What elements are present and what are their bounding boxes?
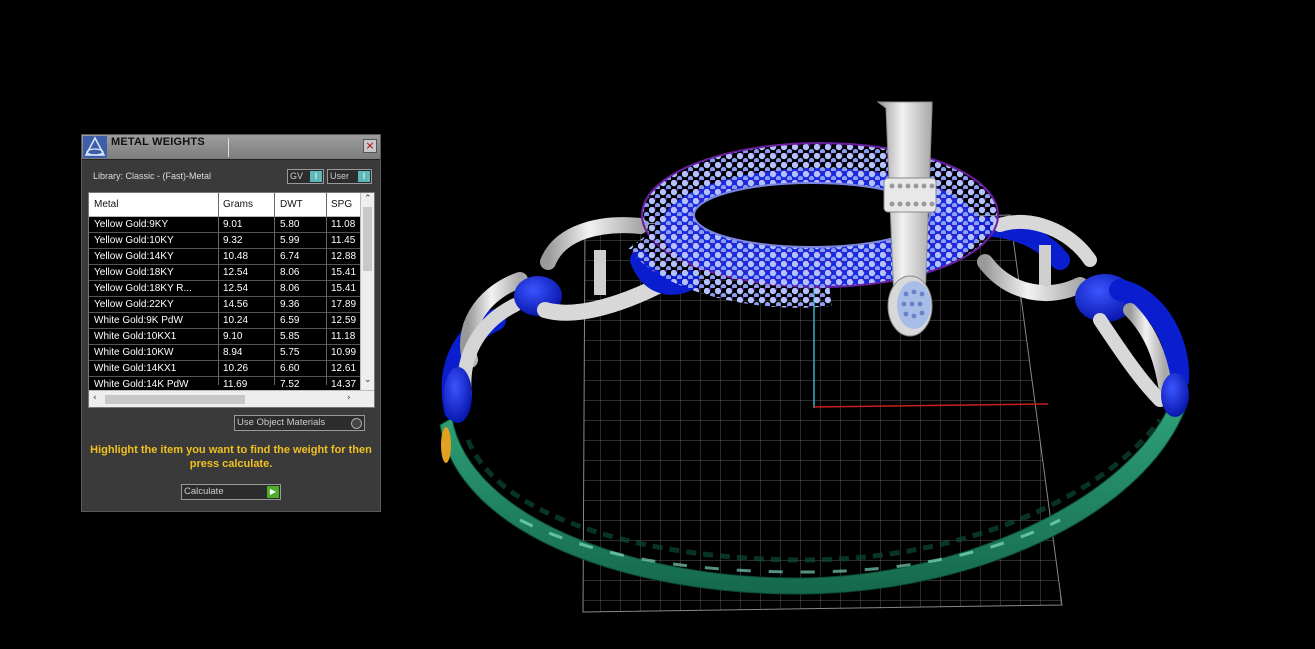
cell-metal: Yellow Gold:22KY bbox=[94, 299, 174, 310]
scroll-left-icon[interactable]: ‹ bbox=[93, 393, 97, 403]
cell-dwt: 5.99 bbox=[280, 235, 300, 246]
cell-spg: 11.18 bbox=[331, 331, 356, 342]
cell-dwt: 7.52 bbox=[280, 379, 300, 390]
cell-dwt: 9.36 bbox=[280, 299, 300, 310]
cell-metal: Yellow Gold:9KY bbox=[94, 219, 169, 230]
app-logo-icon bbox=[83, 136, 107, 158]
play-arrow-icon: ▶ bbox=[267, 486, 279, 498]
column-header-metal[interactable]: Metal bbox=[94, 199, 118, 210]
library-label: Library: Classic - (Fast)-Metal bbox=[93, 171, 212, 181]
gv-toggle-label: GV bbox=[290, 171, 304, 181]
table-row[interactable]: Yellow Gold:14KY 10.48 6.74 12.88 bbox=[89, 249, 360, 265]
cell-spg: 10.99 bbox=[331, 347, 357, 358]
cell-grams: 10.48 bbox=[223, 251, 249, 262]
gv-indicator-icon: I bbox=[310, 171, 322, 182]
cell-spg: 15.41 bbox=[331, 267, 357, 278]
column-divider bbox=[326, 193, 327, 385]
cell-spg: 14.37 bbox=[331, 379, 357, 390]
horizontal-scrollbar[interactable]: ‹ › bbox=[89, 390, 374, 407]
cell-dwt: 5.80 bbox=[280, 219, 300, 230]
cell-grams: 9.01 bbox=[223, 219, 243, 230]
table-row[interactable]: White Gold:10KW 8.94 5.75 10.99 bbox=[89, 345, 360, 361]
cell-dwt: 6.60 bbox=[280, 363, 300, 374]
table-row[interactable]: White Gold:14KX1 10.26 6.60 12.61 bbox=[89, 361, 360, 377]
table-row[interactable]: Yellow Gold:18KY 12.54 8.06 15.41 bbox=[89, 265, 360, 281]
cell-spg: 17.89 bbox=[331, 299, 357, 310]
cell-spg: 12.59 bbox=[331, 315, 357, 326]
cell-grams: 14.56 bbox=[223, 299, 249, 310]
metal-table: Metal Grams DWT SPG Yellow Gold:9KY 9.01 5… bbox=[88, 192, 375, 408]
user-indicator-icon: I bbox=[358, 171, 370, 182]
calculate-button[interactable]: Calculate ▶ bbox=[181, 484, 281, 500]
title-separator bbox=[228, 138, 229, 157]
user-toggle-label: User bbox=[330, 171, 350, 181]
cell-dwt: 8.06 bbox=[280, 283, 300, 294]
cell-grams: 10.26 bbox=[223, 363, 249, 374]
table-row[interactable]: White Gold:9K PdW 10.24 6.59 12.59 bbox=[89, 313, 360, 329]
clasp-detail bbox=[441, 427, 451, 463]
table-body: Yellow Gold:9KY 9.01 5.80 11.08 Yellow Gold:… bbox=[89, 217, 360, 393]
cell-spg: 15.41 bbox=[331, 283, 357, 294]
vertical-scrollbar[interactable]: ⌃ ⌄ bbox=[360, 193, 374, 390]
table-row[interactable]: White Gold:10KX1 9.10 5.85 11.18 bbox=[89, 329, 360, 345]
user-toggle[interactable]: User I bbox=[327, 169, 372, 184]
cell-dwt: 8.06 bbox=[280, 267, 300, 278]
column-divider bbox=[274, 193, 275, 385]
cell-metal: Yellow Gold:18KY bbox=[94, 267, 174, 278]
cell-spg: 12.61 bbox=[331, 363, 357, 374]
calculate-label: Calculate bbox=[184, 486, 224, 497]
cell-metal: White Gold:9K PdW bbox=[94, 315, 183, 326]
cell-dwt: 5.75 bbox=[280, 347, 300, 358]
scroll-down-icon[interactable]: ⌄ bbox=[364, 375, 372, 385]
cell-dwt: 6.59 bbox=[280, 315, 300, 326]
cell-spg: 11.08 bbox=[331, 219, 356, 230]
cell-grams: 10.24 bbox=[223, 315, 249, 326]
panel-title: METAL WEIGHTS bbox=[111, 136, 205, 148]
metal-weights-panel: METAL WEIGHTS × Library: Classic - (Fast… bbox=[81, 134, 381, 512]
cell-grams: 11.69 bbox=[223, 379, 248, 390]
instruction-text: Highlight the item you want to find the … bbox=[90, 444, 372, 470]
panel-titlebar[interactable]: METAL WEIGHTS × bbox=[82, 135, 380, 160]
cell-dwt: 6.74 bbox=[280, 251, 300, 262]
table-row[interactable]: Yellow Gold:9KY 9.01 5.80 11.08 bbox=[89, 217, 360, 233]
cell-metal: White Gold:10KX1 bbox=[94, 331, 177, 342]
table-header: Metal Grams DWT SPG bbox=[89, 193, 360, 217]
cell-metal: White Gold:14KX1 bbox=[94, 363, 177, 374]
scroll-right-icon[interactable]: › bbox=[347, 393, 351, 403]
column-header-dwt[interactable]: DWT bbox=[280, 199, 303, 210]
column-divider bbox=[218, 193, 219, 385]
table-row[interactable]: Yellow Gold:18KY R... 12.54 8.06 15.41 bbox=[89, 281, 360, 297]
cell-grams: 12.54 bbox=[223, 267, 249, 278]
cell-grams: 12.54 bbox=[223, 283, 249, 294]
cell-grams: 8.94 bbox=[223, 347, 243, 358]
cell-dwt: 5.85 bbox=[280, 331, 300, 342]
cell-metal: Yellow Gold:14KY bbox=[94, 251, 174, 262]
cell-metal: Yellow Gold:10KY bbox=[94, 235, 174, 246]
close-button[interactable]: × bbox=[363, 139, 377, 153]
table-row[interactable]: Yellow Gold:10KY 9.32 5.99 11.45 bbox=[89, 233, 360, 249]
scroll-up-icon[interactable]: ⌃ bbox=[364, 194, 372, 204]
column-header-spg[interactable]: SPG bbox=[331, 199, 352, 210]
cell-metal: White Gold:14K PdW bbox=[94, 379, 189, 390]
gv-toggle[interactable]: GV I bbox=[287, 169, 324, 184]
radio-icon[interactable] bbox=[351, 418, 362, 429]
cell-spg: 11.45 bbox=[331, 235, 356, 246]
use-object-materials-option[interactable]: Use Object Materials bbox=[234, 415, 365, 431]
cell-grams: 9.32 bbox=[223, 235, 243, 246]
column-header-grams[interactable]: Grams bbox=[223, 199, 253, 210]
table-row[interactable]: Yellow Gold:22KY 14.56 9.36 17.89 bbox=[89, 297, 360, 313]
use-object-materials-label: Use Object Materials bbox=[237, 417, 326, 428]
cell-metal: White Gold:10KW bbox=[94, 347, 174, 358]
cell-grams: 9.10 bbox=[223, 331, 243, 342]
cell-spg: 12.88 bbox=[331, 251, 357, 262]
cell-metal: Yellow Gold:18KY R... bbox=[94, 283, 192, 294]
horizontal-scroll-thumb[interactable] bbox=[105, 395, 245, 404]
vertical-scroll-thumb[interactable] bbox=[363, 207, 372, 271]
